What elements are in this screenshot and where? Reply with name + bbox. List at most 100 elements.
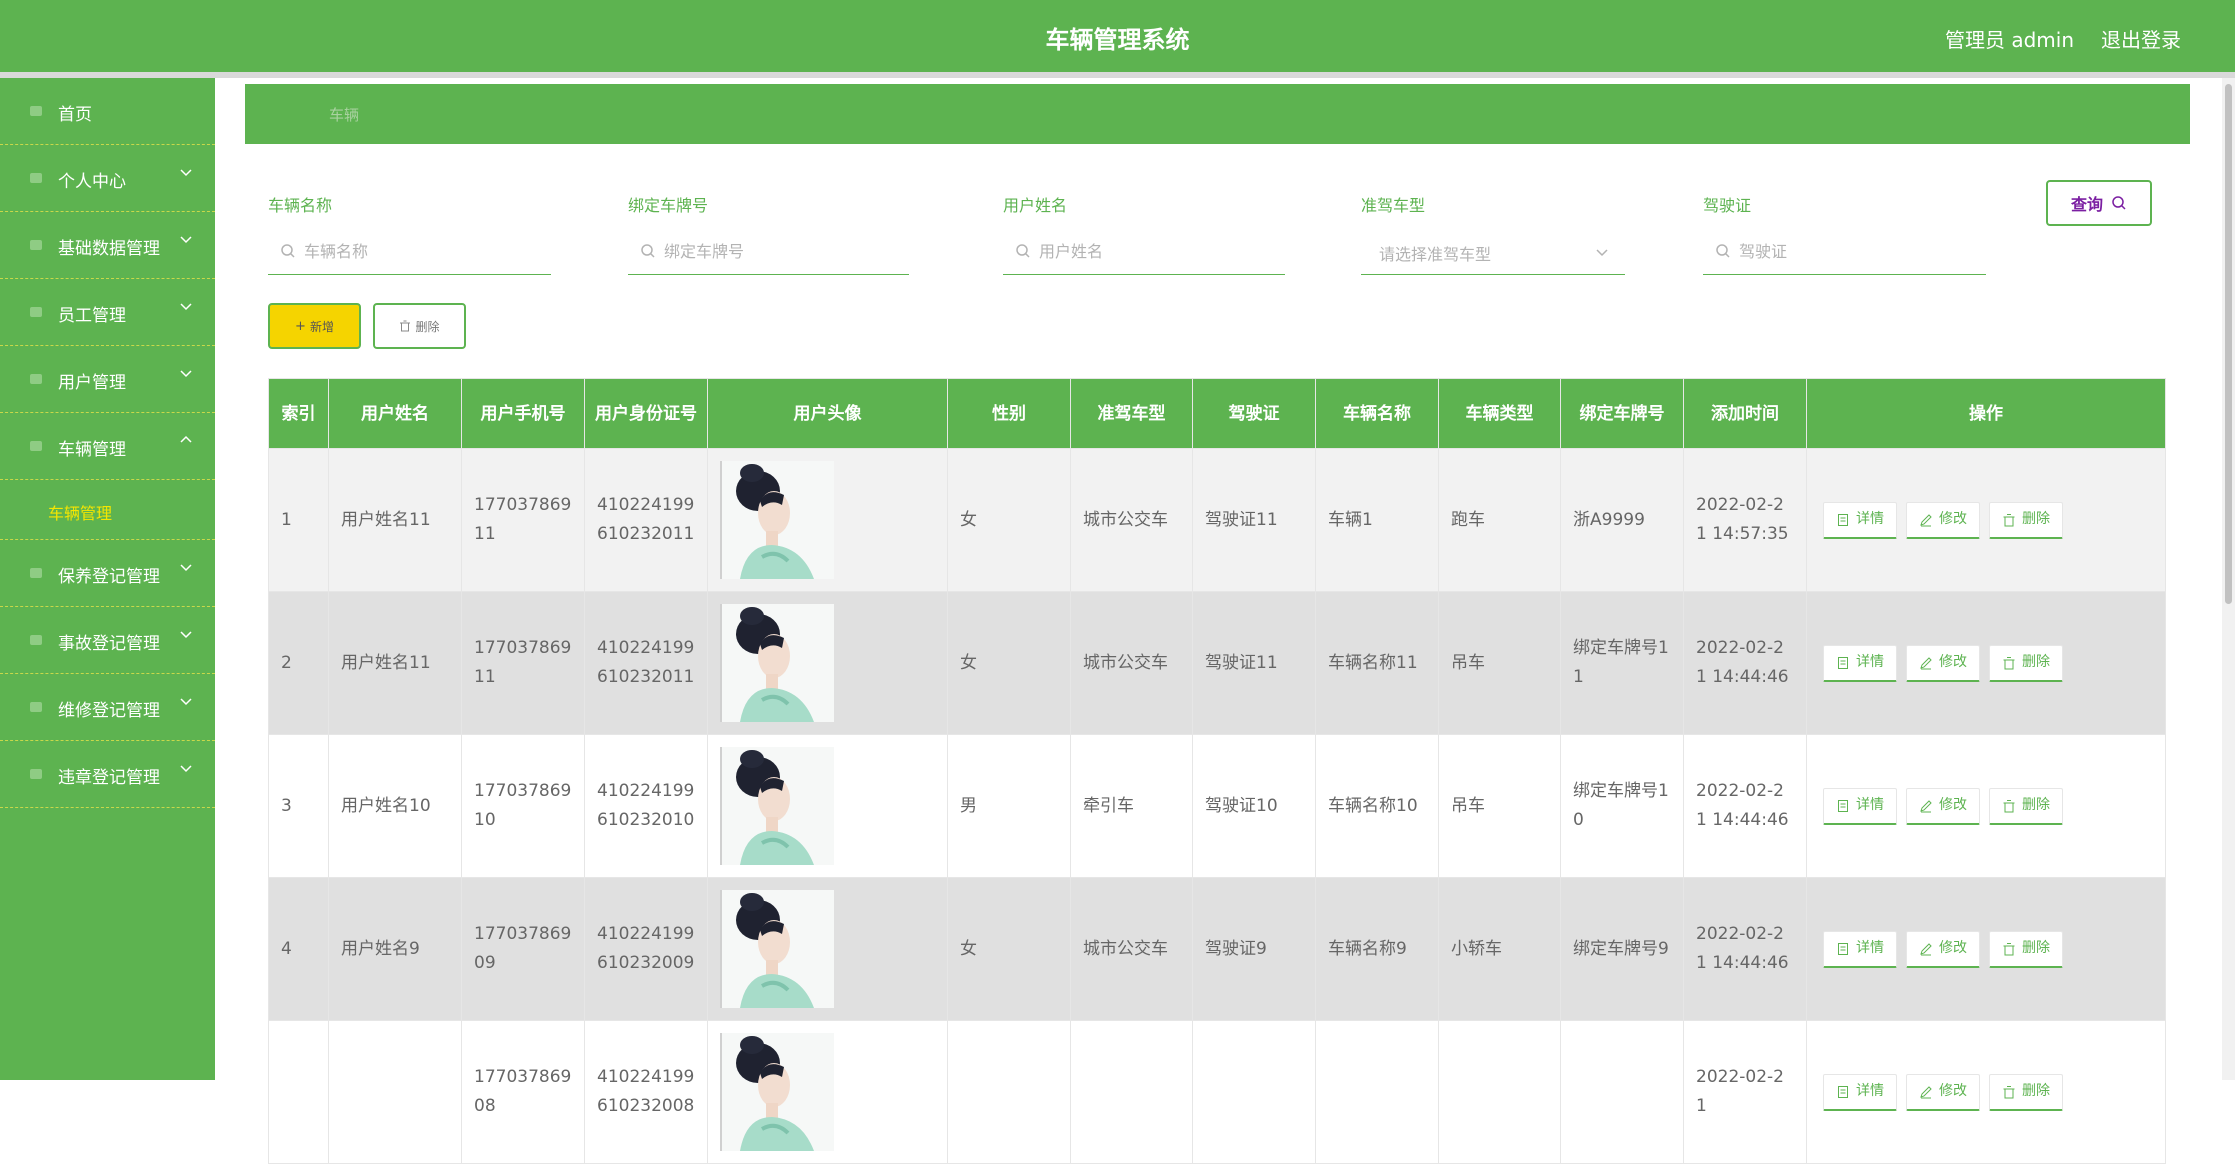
table-row[interactable]: 2 用户姓名11 17703786911 410224199610232011 女城市公… (268, 591, 2166, 735)
cell-id-card: 410224199610232011 (584, 448, 708, 592)
search-icon (1016, 244, 1030, 258)
delete-button-label: 删除 (2022, 511, 2050, 527)
cell-vehicle-type: 吊车 (1438, 591, 1561, 735)
delete-button[interactable]: 删除 (1989, 644, 2063, 682)
search-icon (641, 244, 655, 258)
cell-index: 2 (268, 591, 329, 735)
cell-plate (1560, 1020, 1684, 1164)
plate-input[interactable] (628, 236, 909, 266)
cell-actions: 详情 修改 删除 (1806, 877, 2166, 1021)
page-scrollbar[interactable] (2222, 78, 2235, 1080)
query-button-label: 查询 (2070, 195, 2103, 214)
detail-button[interactable]: 详情 (1823, 644, 1897, 682)
cell-gender (947, 1020, 1071, 1164)
user-avatar-image (720, 747, 834, 865)
sidebar-item-5[interactable]: 车辆管理 (0, 413, 215, 480)
delete-button[interactable]: 删除 (1989, 501, 2063, 539)
app-title: 车辆管理系统 (1045, 26, 1190, 54)
vehicle-name-search-field (268, 236, 551, 275)
detail-button[interactable]: 详情 (1823, 787, 1897, 825)
delete-button-label: 删除 (2022, 1083, 2050, 1099)
detail-button[interactable]: 详情 (1823, 930, 1897, 968)
user-name-input[interactable] (1003, 236, 1285, 266)
edit-button[interactable]: 修改 (1906, 1073, 1980, 1111)
column-header: 车辆名称 (1315, 378, 1439, 449)
current-user: 管理员 admin (1944, 28, 2074, 52)
add-button[interactable]: + 新增 (268, 303, 361, 349)
search-label-plate: 绑定车牌号 (628, 196, 709, 215)
submenu-item-vehicle[interactable]: 车辆管理 (48, 500, 112, 524)
sidebar-item-1[interactable]: 个人中心 (0, 145, 215, 212)
cell-time: 2022-02-21 14:44:46 (1683, 591, 1807, 735)
sidebar-item-7[interactable]: 事故登记管理 (0, 607, 215, 674)
column-header: 用户身份证号 (584, 378, 708, 449)
scrollbar-thumb[interactable] (2225, 84, 2232, 604)
table-row[interactable]: 3 用户姓名10 17703786910 410224199610232010 男牵引车… (268, 734, 2166, 878)
sidebar-item-4[interactable]: 用户管理 (0, 346, 215, 413)
logout-link[interactable]: 退出登录 (2101, 24, 2181, 53)
detail-button-label: 详情 (1856, 654, 1884, 670)
sidebar-item-8[interactable]: 维修登记管理 (0, 674, 215, 741)
sidebar-item-6[interactable]: 保养登记管理 (0, 540, 215, 607)
chevron-down-icon (180, 564, 192, 572)
user-avatar-image (720, 461, 834, 579)
edit-button-label: 修改 (1939, 940, 1967, 956)
edit-button[interactable]: 修改 (1906, 644, 1980, 682)
column-header: 绑定车牌号 (1560, 378, 1684, 449)
edit-icon (1920, 799, 1932, 812)
table-row[interactable]: 17703786908 410224199610232008 2022-02-21 详… (268, 1020, 2166, 1164)
license-type-select[interactable]: 请选择准驾车型 (1361, 236, 1625, 275)
violation-icon (28, 766, 44, 782)
sidebar-item-3[interactable]: 员工管理 (0, 279, 215, 346)
table-row[interactable]: 4 用户姓名9 17703786909 410224199610232009 女城市公交… (268, 877, 2166, 1021)
sidebar-item-label: 维修登记管理 (58, 701, 160, 721)
batch-delete-button-label: 删除 (415, 319, 440, 334)
batch-delete-button[interactable]: 删除 (373, 303, 466, 349)
query-button[interactable]: 查询 (2046, 180, 2152, 226)
trash-icon (2003, 656, 2015, 669)
document-icon (1838, 942, 1848, 955)
edit-icon (1920, 513, 1932, 526)
cell-gender: 男 (947, 734, 1071, 878)
sidebar-item-label: 基础数据管理 (58, 239, 160, 259)
edit-button[interactable]: 修改 (1906, 787, 1980, 825)
edit-button[interactable]: 修改 (1906, 501, 1980, 539)
cell-vehicle-type (1438, 1020, 1561, 1164)
cell-license-type: 城市公交车 (1070, 448, 1193, 592)
cell-actions: 详情 修改 删除 (1806, 1020, 2166, 1164)
delete-button-label: 删除 (2022, 940, 2050, 956)
plate-search-field (628, 236, 909, 275)
detail-button-label: 详情 (1856, 1083, 1884, 1099)
cell-vehicle-name: 车辆名称11 (1315, 591, 1439, 735)
cell-phone: 17703786910 (461, 734, 585, 878)
cell-plate: 浙A9999 (1560, 448, 1684, 592)
search-label-user-name: 用户姓名 (1003, 196, 1068, 215)
sidebar-item-9[interactable]: 违章登记管理 (0, 741, 215, 808)
cell-vehicle-type: 跑车 (1438, 448, 1561, 592)
license-input[interactable] (1703, 236, 1986, 266)
detail-button[interactable]: 详情 (1823, 501, 1897, 539)
column-header: 添加时间 (1683, 378, 1807, 449)
cell-vehicle-type: 小轿车 (1438, 877, 1561, 1021)
delete-button[interactable]: 删除 (1989, 930, 2063, 968)
sidebar-item-2[interactable]: 基础数据管理 (0, 212, 215, 279)
sidebar-item-label: 用户管理 (58, 373, 126, 393)
delete-button[interactable]: 删除 (1989, 787, 2063, 825)
vehicle-name-input[interactable] (268, 236, 551, 266)
sidebar-submenu: 车辆管理 (0, 480, 215, 540)
sidebar-item-0[interactable]: 首页 (0, 78, 215, 145)
detail-button-label: 详情 (1856, 940, 1884, 956)
delete-button[interactable]: 删除 (1989, 1073, 2063, 1111)
detail-button[interactable]: 详情 (1823, 1073, 1897, 1111)
cell-vehicle-type: 吊车 (1438, 734, 1561, 878)
edit-button[interactable]: 修改 (1906, 930, 1980, 968)
chevron-down-icon (180, 370, 192, 378)
column-header: 用户头像 (707, 378, 948, 449)
table-row[interactable]: 1 用户姓名11 17703786911 410224199610232011 女城市公… (268, 448, 2166, 592)
cell-vehicle-name: 车辆名称9 (1315, 877, 1439, 1021)
license-search-field (1703, 236, 1986, 275)
trash-icon (2003, 513, 2015, 526)
cell-actions: 详情 修改 删除 (1806, 734, 2166, 878)
breadcrumb-current: 车辆 (329, 106, 360, 124)
chevron-down-icon (180, 236, 192, 244)
